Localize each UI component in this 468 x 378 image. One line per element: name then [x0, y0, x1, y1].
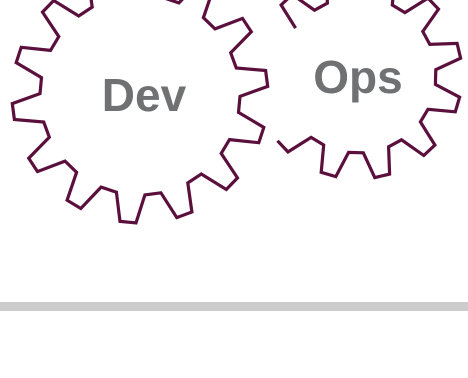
dev-gear-label: Dev [102, 69, 187, 121]
ops-gear-icon: Ops [276, 0, 463, 180]
section-divider [0, 302, 468, 311]
devops-gears-diagram: Dev Ops [10, 0, 463, 225]
ops-gear-label: Ops [313, 51, 402, 103]
dev-gear-icon: Dev [10, 0, 270, 225]
